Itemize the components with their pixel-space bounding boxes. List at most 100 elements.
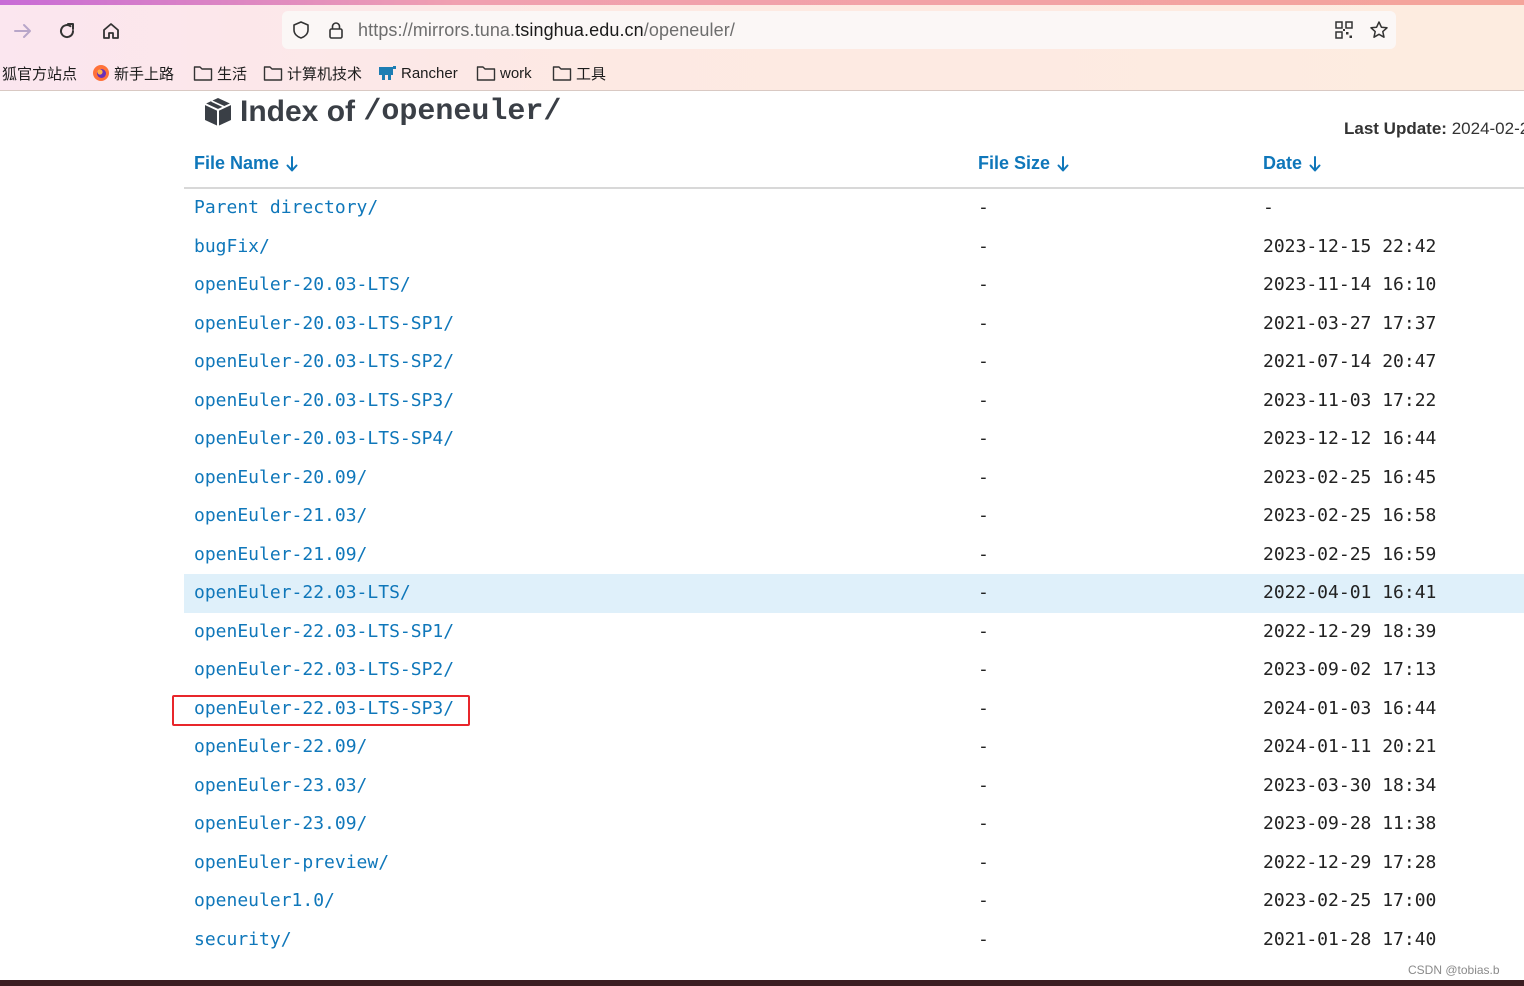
table-row: openEuler-21.09/ - 2023-02-25 16:59 [184, 536, 1524, 575]
file-link[interactable]: openEuler-20.03-LTS-SP3/ [194, 390, 454, 411]
file-link[interactable]: openEuler-preview/ [194, 852, 389, 873]
last-update-value: 2024-02-2 [1451, 119, 1524, 138]
file-link[interactable]: openEuler-22.03-LTS/ [194, 582, 411, 603]
bookmark-label: 工具 [576, 65, 607, 83]
bookmark-item-getting-started[interactable]: 新手上路 [92, 62, 174, 84]
file-date: 2024-01-03 16:44 [1263, 697, 1437, 719]
bookmark-star-icon[interactable] [1369, 20, 1389, 40]
table-row: openEuler-21.03/ - 2023-02-25 16:58 [184, 497, 1524, 536]
file-date: 2021-03-27 17:37 [1263, 312, 1437, 334]
file-size: - [978, 890, 989, 911]
bookmark-label: 狐官方站点 [2, 65, 78, 83]
file-link[interactable]: openEuler-20.03-LTS-SP4/ [194, 428, 454, 449]
file-size: - [978, 351, 989, 372]
qr-code-icon[interactable] [1334, 20, 1354, 40]
file-size: - [978, 736, 989, 757]
bookmark-folder-life[interactable]: 生活 [193, 62, 247, 84]
arrow-down-icon [1057, 155, 1069, 171]
file-size: - [978, 543, 989, 565]
file-date: 2021-07-14 20:47 [1263, 351, 1437, 372]
file-link[interactable]: openeuler1.0/ [194, 890, 335, 911]
file-link[interactable]: openEuler-20.03-LTS/ [194, 274, 411, 295]
file-link[interactable]: openEuler-22.09/ [194, 736, 367, 757]
firefox-icon [93, 65, 109, 81]
table-row: openeuler1.0/ - 2023-02-25 17:00 [184, 882, 1524, 921]
home-icon [103, 23, 119, 39]
file-link[interactable]: security/ [194, 929, 292, 950]
file-size: - [978, 505, 989, 526]
bookmark-item-official-site[interactable]: 狐官方站点 [2, 62, 77, 84]
file-link[interactable]: openEuler-22.03-LTS-SP1/ [194, 621, 454, 642]
shield-icon[interactable] [291, 20, 311, 40]
rancher-icon [379, 66, 396, 80]
arrow-down-icon [1309, 155, 1321, 171]
bookmark-folder-tech[interactable]: 计算机技术 [263, 62, 362, 84]
bookmark-folder-tools[interactable]: 工具 [552, 62, 606, 84]
last-update-label: Last Update: [1344, 119, 1447, 138]
watermark: CSDN @tobias.b [1408, 963, 1500, 977]
file-link[interactable]: openEuler-20.09/ [194, 467, 367, 488]
folder-icon [193, 66, 213, 81]
lock-icon[interactable] [326, 20, 346, 40]
file-link[interactable]: openEuler-22.03-LTS-SP2/ [194, 659, 454, 680]
bookmark-label: Rancher [401, 64, 458, 82]
file-date: 2023-11-14 16:10 [1263, 274, 1437, 295]
file-link[interactable]: openEuler-21.09/ [194, 544, 367, 565]
file-link[interactable]: openEuler-20.03-LTS-SP2/ [194, 351, 454, 372]
file-date: 2023-03-30 18:34 [1263, 774, 1437, 796]
file-date: 2021-01-28 17:40 [1263, 928, 1437, 950]
table-row: openEuler-22.03-LTS-SP3/ - 2024-01-03 16:4… [184, 690, 1524, 729]
bookmark-label: work [500, 64, 532, 82]
file-link[interactable]: openEuler-21.03/ [194, 505, 367, 526]
file-link[interactable]: openEuler-23.03/ [194, 775, 367, 796]
page-title: Index of /openeuler/ [202, 94, 561, 130]
file-link[interactable]: openEuler-20.03-LTS-SP1/ [194, 313, 454, 334]
table-row: openEuler-23.09/ - 2023-09-28 11:38 [184, 805, 1524, 844]
file-date: 2023-09-28 11:38 [1263, 813, 1437, 834]
table-row: openEuler-20.03-LTS-SP4/ - 2023-12-12 16:4… [184, 420, 1524, 459]
table-row: security/ - 2021-01-28 17:40 [184, 921, 1524, 960]
title-path: /openeuler/ [363, 95, 562, 129]
file-date: - [1263, 197, 1274, 218]
home-button[interactable] [96, 16, 126, 46]
sort-by-name-header[interactable]: File Name [194, 153, 299, 174]
column-name-label: File Name [194, 153, 280, 173]
file-size: - [978, 697, 989, 719]
address-bar[interactable]: https://mirrors.tuna.tsinghua.edu.cn/ope… [282, 11, 1396, 49]
folder-icon [552, 66, 572, 81]
bookmark-folder-work[interactable]: work [476, 62, 532, 84]
column-size-label: File Size [978, 153, 1051, 173]
forward-button[interactable] [8, 16, 38, 46]
file-size: - [978, 274, 989, 295]
file-size: - [978, 928, 989, 950]
sort-by-date-header[interactable]: Date [1263, 153, 1322, 174]
bookmark-item-rancher[interactable]: Rancher [377, 62, 458, 84]
table-row: openEuler-20.03-LTS-SP2/ - 2021-07-14 20:4… [184, 343, 1524, 382]
file-link[interactable]: openEuler-22.03-LTS-SP3/ [194, 698, 454, 719]
file-size: - [978, 466, 989, 488]
arrow-down-icon [286, 155, 298, 171]
table-row: openEuler-20.09/ - 2023-02-25 16:45 [184, 459, 1524, 498]
sort-by-size-header[interactable]: File Size [978, 153, 1070, 174]
file-size: - [978, 582, 989, 603]
column-date-label: Date [1263, 153, 1303, 173]
file-size: - [978, 197, 989, 218]
url-text[interactable]: https://mirrors.tuna.tsinghua.edu.cn/ope… [358, 20, 735, 41]
file-date: 2023-12-15 22:42 [1263, 235, 1437, 257]
file-link[interactable]: bugFix/ [194, 236, 270, 257]
file-link[interactable]: openEuler-23.09/ [194, 813, 367, 834]
file-size: - [978, 235, 989, 257]
file-size: - [978, 813, 989, 834]
file-link[interactable]: Parent directory/ [194, 197, 378, 218]
folder-icon [476, 66, 496, 81]
table-row: openEuler-23.03/ - 2023-03-30 18:34 [184, 767, 1524, 806]
table-row: openEuler-20.03-LTS/ - 2023-11-14 16:10 [184, 266, 1524, 305]
table-row: openEuler-22.09/ - 2024-01-11 20:21 [184, 728, 1524, 767]
table-row: openEuler-20.03-LTS-SP1/ - 2021-03-27 17:3… [184, 305, 1524, 344]
taskbar-edge [0, 980, 1524, 986]
reload-button[interactable] [52, 16, 82, 46]
arrow-right-icon [14, 24, 31, 38]
table-row: openEuler-22.03-LTS-SP1/ - 2022-12-29 18:3… [184, 613, 1524, 652]
file-size: - [978, 620, 989, 642]
file-date: 2023-11-03 17:22 [1263, 389, 1437, 411]
